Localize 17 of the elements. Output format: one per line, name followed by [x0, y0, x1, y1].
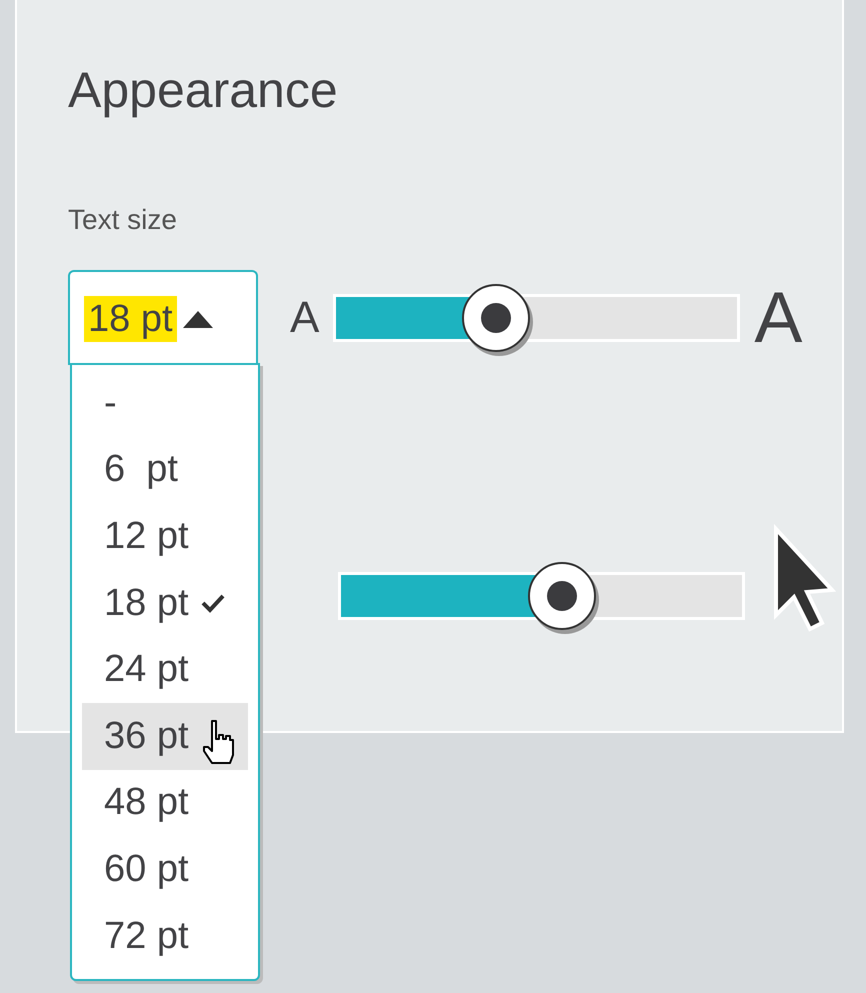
size-dropdown[interactable]: 18 pt — [68, 270, 258, 365]
size-option[interactable]: 72 pt — [82, 902, 248, 970]
large-size-label: A — [754, 278, 802, 358]
size-option[interactable]: - — [82, 370, 248, 437]
size-option[interactable]: 12 pt — [82, 503, 248, 570]
size-option[interactable]: 24 pt — [82, 636, 248, 703]
panel-title: Appearance — [68, 61, 339, 120]
size-option[interactable]: 60 pt — [82, 836, 248, 903]
size-option[interactable]: 48 pt — [82, 770, 248, 836]
small-size-label: A — [290, 292, 320, 342]
setting-label: Text size — [68, 203, 178, 237]
size-option[interactable]: 36 pt — [82, 702, 248, 770]
size-slider[interactable] — [338, 560, 745, 632]
size-option[interactable]: 6 pt — [82, 436, 248, 504]
size-slider[interactable] — [333, 282, 740, 354]
dropdown-value: 18 pt — [84, 296, 177, 342]
size-option[interactable]: 18 pt — [82, 570, 248, 636]
